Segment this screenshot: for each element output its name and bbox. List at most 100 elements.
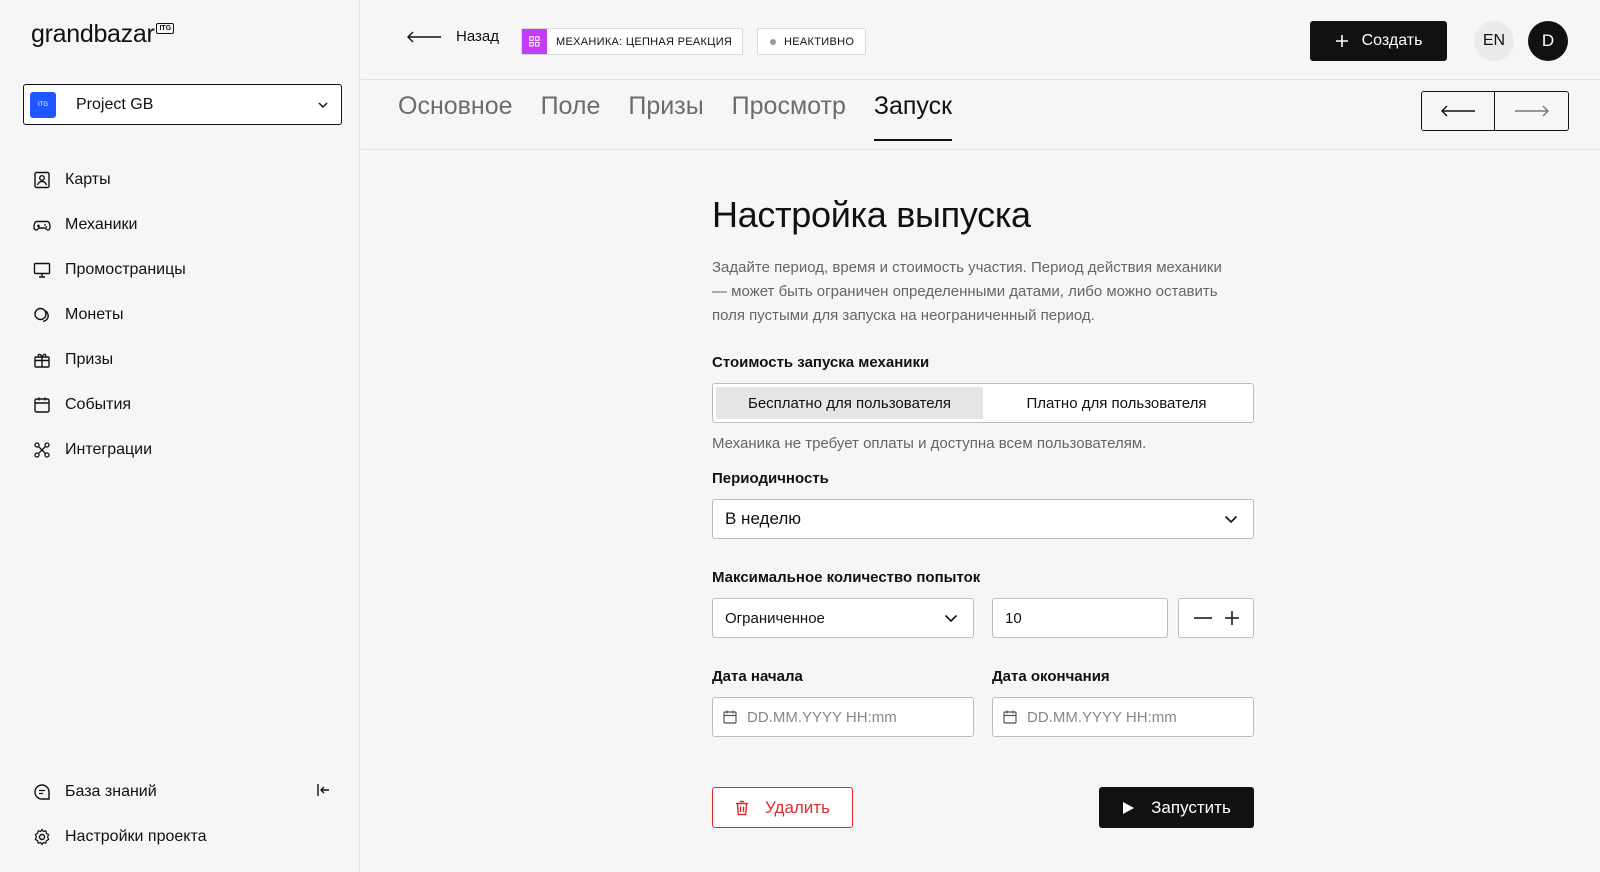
- end-date-input[interactable]: DD.MM.YYYY HH:mm: [992, 697, 1254, 737]
- avatar[interactable]: D: [1528, 21, 1568, 61]
- mechanic-icon: [522, 29, 547, 54]
- sidebar-footer: База знаний Настройки проекта: [32, 769, 332, 859]
- card-icon: [32, 170, 52, 190]
- mechanic-chip-label: МЕХАНИКА: ЦЕПНАЯ РЕАКЦИЯ: [556, 35, 733, 48]
- brand-badge: ITG: [156, 23, 175, 34]
- nav-item-promo-pages[interactable]: Промостраницы: [32, 247, 186, 292]
- next-step-button[interactable]: [1495, 92, 1568, 130]
- tab-preview[interactable]: Просмотр: [732, 92, 846, 141]
- launch-settings-form: Настройка выпуска Задайте период, время …: [712, 194, 1254, 828]
- launch-label: Запустить: [1151, 797, 1231, 817]
- integrations-icon: [32, 440, 52, 460]
- mechanic-chip: МЕХАНИКА: ЦЕПНАЯ РЕАКЦИЯ: [521, 28, 744, 55]
- nav-item-label: Механики: [65, 215, 138, 233]
- nav-item-project-settings[interactable]: Настройки проекта: [32, 814, 332, 859]
- arrow-left-icon: [1440, 105, 1476, 117]
- project-logo-text: ITG: [38, 101, 48, 108]
- page-title: Настройка выпуска: [712, 194, 1031, 235]
- chevron-down-icon: [317, 99, 329, 111]
- start-date-label: Дата начала: [712, 668, 803, 685]
- trash-icon: [735, 800, 765, 816]
- nav-item-label: События: [65, 395, 132, 413]
- tab-general[interactable]: Основное: [398, 92, 513, 141]
- collapse-sidebar-icon[interactable]: [314, 781, 332, 799]
- plus-icon[interactable]: [1225, 611, 1239, 625]
- cost-toggle: Бесплатно для пользователя Платно для по…: [712, 383, 1254, 423]
- nav-item-label: Промостраницы: [65, 260, 186, 278]
- nav-item-cards[interactable]: Карты: [32, 157, 186, 202]
- start-date-placeholder: DD.MM.YYYY HH:mm: [747, 708, 897, 726]
- nav-item-label: База знаний: [65, 782, 157, 800]
- status-label: НЕАКТИВНО: [784, 35, 855, 48]
- back-label: Назад: [456, 28, 499, 45]
- end-date-label: Дата окончания: [992, 668, 1110, 685]
- nav-item-label: Интеграции: [65, 440, 153, 458]
- attempts-stepper: [1178, 598, 1254, 638]
- nav-item-coins[interactable]: Монеты: [32, 292, 186, 337]
- attempts-row: Ограниченное 10: [712, 598, 1254, 638]
- chevron-down-icon: [943, 610, 959, 626]
- nav-item-knowledge-base[interactable]: База знаний: [32, 769, 332, 814]
- status-dot-icon: [770, 38, 776, 45]
- attempts-mode-select[interactable]: Ограниченное: [712, 598, 974, 638]
- end-date-group: Дата окончания DD.MM.YYYY HH:mm: [992, 668, 1254, 737]
- gear-icon: [32, 827, 52, 847]
- nav-item-label: Карты: [65, 170, 111, 188]
- nav-item-prizes[interactable]: Призы: [32, 337, 186, 382]
- nav-item-label: Призы: [65, 350, 114, 368]
- periodicity-select[interactable]: В неделю: [712, 499, 1254, 539]
- nav-item-label: Настройки проекта: [65, 827, 207, 845]
- nav-item-events[interactable]: События: [32, 382, 186, 427]
- create-label: Создать: [1361, 32, 1423, 49]
- plus-icon: [1335, 34, 1362, 48]
- calendar-icon: [723, 710, 747, 724]
- brand-name: grandbazar: [31, 20, 155, 48]
- prev-step-button[interactable]: [1422, 92, 1495, 130]
- step-navigation: [1421, 91, 1569, 131]
- coins-icon: [32, 305, 52, 325]
- launch-button[interactable]: Запустить: [1099, 787, 1254, 828]
- chevron-down-icon: [1223, 511, 1239, 527]
- arrow-left-icon: [406, 31, 456, 43]
- tabs: Основное Поле Призы Просмотр Запуск: [398, 92, 980, 141]
- brand-logo[interactable]: grandbazar ITG: [31, 20, 175, 49]
- tabs-bar: Основное Поле Призы Просмотр Запуск: [361, 80, 1600, 150]
- cost-hint: Механика не требует оплаты и доступна вс…: [712, 435, 1147, 452]
- attempts-count-input[interactable]: 10: [992, 598, 1168, 638]
- language-switch[interactable]: EN: [1474, 21, 1514, 61]
- sidebar: grandbazar ITG ITG Project GB Карты Механ…: [0, 0, 360, 872]
- tab-field[interactable]: Поле: [541, 92, 601, 141]
- page-description: Задайте период, время и стоимость участи…: [712, 259, 1222, 324]
- minus-icon[interactable]: [1193, 611, 1213, 625]
- nav-item-label: Монеты: [65, 305, 124, 323]
- start-date-input[interactable]: DD.MM.YYYY HH:mm: [712, 697, 974, 737]
- top-bar: Назад МЕХАНИКА: ЦЕПНАЯ РЕАКЦИЯ НЕАКТИВНО…: [361, 0, 1600, 80]
- calendar-icon: [1003, 710, 1027, 724]
- delete-label: Удалить: [765, 797, 830, 817]
- project-selector[interactable]: ITG Project GB: [23, 84, 342, 125]
- gamepad-icon: [32, 215, 52, 235]
- end-date-placeholder: DD.MM.YYYY HH:mm: [1027, 708, 1177, 726]
- main-nav: Карты Механики Промостраницы Монеты Приз…: [32, 157, 186, 472]
- monitor-icon: [32, 260, 52, 280]
- attempts-label: Максимальное количество попыток: [712, 569, 981, 586]
- delete-button[interactable]: Удалить: [712, 787, 853, 828]
- periodicity-label: Периодичность: [712, 470, 829, 487]
- chat-icon: [32, 782, 52, 802]
- nav-item-integrations[interactable]: Интеграции: [32, 427, 186, 472]
- create-button[interactable]: Создать: [1310, 21, 1447, 61]
- tab-prizes[interactable]: Призы: [628, 92, 703, 141]
- gift-icon: [32, 350, 52, 370]
- cost-label: Стоимость запуска механики: [712, 354, 930, 371]
- play-icon: [1122, 801, 1151, 815]
- form-actions: Удалить Запустить: [712, 787, 1254, 828]
- status-badge: НЕАКТИВНО: [757, 28, 867, 55]
- cost-option-paid[interactable]: Платно для пользователя: [983, 387, 1250, 419]
- calendar-icon: [32, 395, 52, 415]
- nav-item-mechanics[interactable]: Механики: [32, 202, 186, 247]
- dates-row: Дата начала DD.MM.YYYY HH:mm Дата оконча…: [712, 668, 1254, 737]
- tab-launch[interactable]: Запуск: [873, 92, 953, 141]
- cost-option-free[interactable]: Бесплатно для пользователя: [716, 387, 983, 419]
- back-link[interactable]: Назад: [406, 28, 499, 45]
- start-date-group: Дата начала DD.MM.YYYY HH:mm: [712, 668, 974, 737]
